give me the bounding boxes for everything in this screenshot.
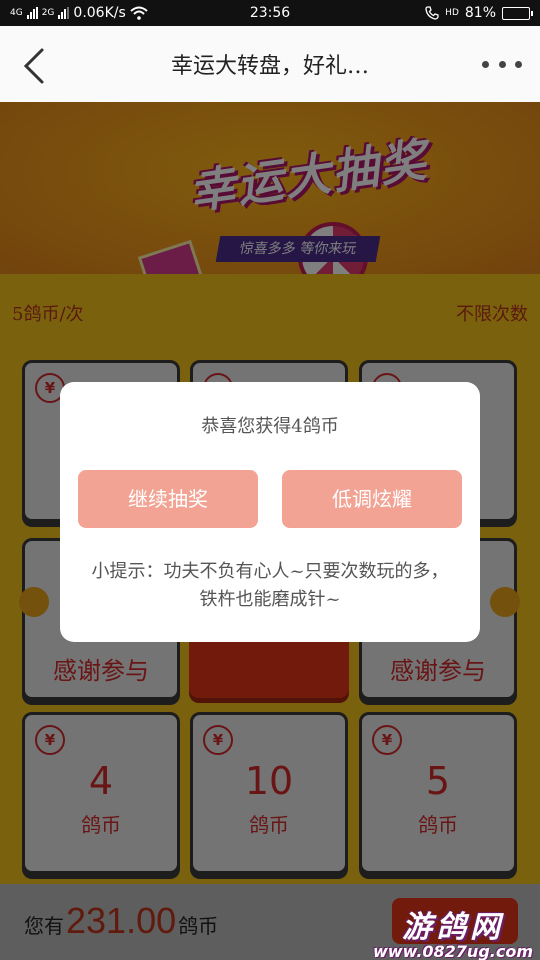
watermark-brand: 游鸽网 [402, 910, 504, 945]
site-watermark: 游鸽网 www.0827ug.com [368, 902, 538, 960]
tip-text: 小提示：功夫不负有心人~只要次数玩的多，铁杵也能磨成针~ [91, 561, 449, 610]
signal-icon-1 [26, 7, 38, 19]
battery-percent: 81% [464, 5, 496, 21]
back-arrow-icon[interactable] [16, 46, 56, 86]
battery-icon [502, 6, 533, 20]
continue-draw-button[interactable]: 继续抽奖 [78, 470, 258, 528]
status-left: 4G 2G 0.06K/s [10, 5, 210, 21]
nav-header: 幸运大转盘，好礼… [0, 26, 540, 102]
more-options-icon[interactable] [482, 54, 522, 74]
result-dialog: 恭喜您获得4鸽币 继续抽奖 低调炫耀 小提示：功夫不负有心人~只要次数玩的多，铁… [60, 382, 480, 642]
show-off-button[interactable]: 低调炫耀 [282, 470, 462, 528]
network-speed: 0.06K/s [73, 5, 126, 21]
network-type-1: 4G [10, 8, 23, 18]
status-right: HD 81% [425, 5, 533, 21]
watermark-url: www.0827ug.com [373, 942, 533, 960]
hd-label: HD [445, 8, 459, 18]
signal-icon-2 [58, 7, 70, 19]
result-message: 恭喜您获得4鸽币 [201, 416, 339, 437]
page-title: 幸运大转盘，好礼… [170, 54, 369, 79]
phone-call-icon [425, 6, 439, 20]
network-type-2: 2G [41, 8, 55, 18]
wifi-icon [130, 6, 148, 20]
status-bar: 4G 2G 0.06K/s 23:56 HD 81% [0, 0, 540, 26]
